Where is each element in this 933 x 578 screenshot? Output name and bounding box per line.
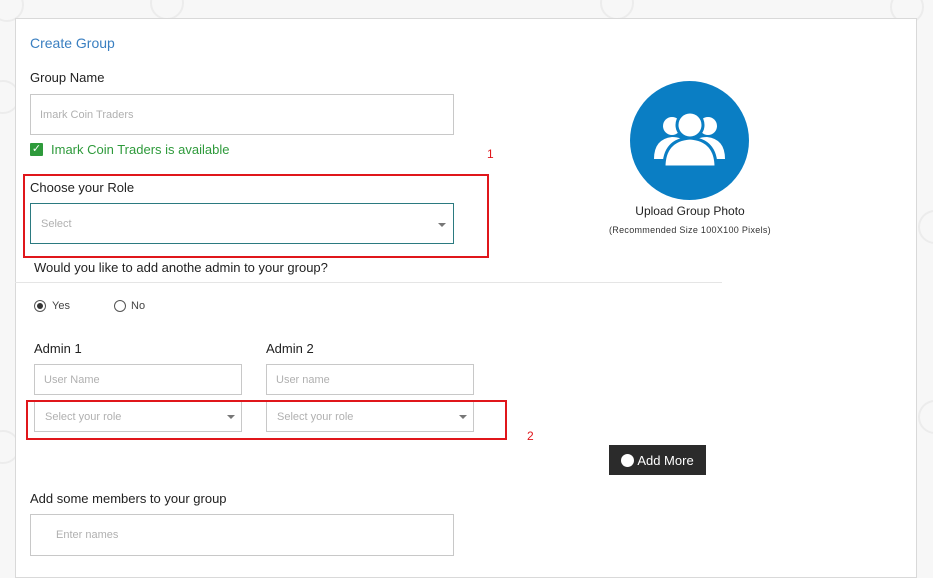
add-more-button[interactable]: Add More <box>609 445 706 475</box>
members-input[interactable]: Enter names <box>30 514 454 556</box>
admin2-username-input[interactable]: User name <box>266 364 474 395</box>
admin1-username-placeholder: User Name <box>44 373 100 386</box>
background-pattern <box>918 210 933 244</box>
divider <box>15 282 722 283</box>
page-title: Create Group <box>30 35 115 51</box>
annotation-number-2: 2 <box>527 429 534 443</box>
add-more-label: Add More <box>637 452 694 468</box>
photo-size-hint: (Recommended Size 100X100 Pixels) <box>609 225 771 235</box>
radio-no-label[interactable]: No <box>131 300 145 312</box>
role-select[interactable]: Select <box>30 203 454 244</box>
role-label: Choose your Role <box>30 180 135 195</box>
radio-yes-label[interactable]: Yes <box>52 300 70 312</box>
role-select-value: Select <box>41 217 72 230</box>
group-icon <box>654 110 725 169</box>
radio-selected-dot <box>37 303 43 309</box>
admin2-label: Admin 2 <box>266 341 314 356</box>
background-pattern <box>918 400 933 434</box>
radio-no[interactable] <box>114 300 126 312</box>
annotation-number-1: 1 <box>487 147 494 161</box>
admin2-username-placeholder: User name <box>276 373 330 386</box>
group-name-input[interactable]: Imark Coin Traders <box>30 94 454 135</box>
availability-message: ✓ Imark Coin Traders is available <box>30 142 229 157</box>
admin-question: Would you like to add anothe admin to yo… <box>34 260 328 275</box>
group-name-label: Group Name <box>30 70 105 85</box>
admin1-label: Admin 1 <box>34 341 82 356</box>
background-pattern <box>600 0 634 20</box>
members-label: Add some members to your group <box>30 491 227 506</box>
checkbox-checked-icon: ✓ <box>30 143 43 156</box>
group-photo-upload[interactable] <box>630 81 749 200</box>
plus-circle-icon <box>621 453 635 467</box>
upload-photo-label[interactable]: Upload Group Photo <box>590 204 790 218</box>
availability-text: Imark Coin Traders is available <box>51 142 230 157</box>
group-name-placeholder: Imark Coin Traders <box>40 108 134 121</box>
admin1-username-input[interactable]: User Name <box>34 364 242 395</box>
members-placeholder: Enter names <box>56 529 119 541</box>
annotation-box-2 <box>26 400 507 440</box>
chevron-down-icon <box>438 223 446 227</box>
background-pattern <box>150 0 184 20</box>
radio-yes[interactable] <box>34 300 46 312</box>
